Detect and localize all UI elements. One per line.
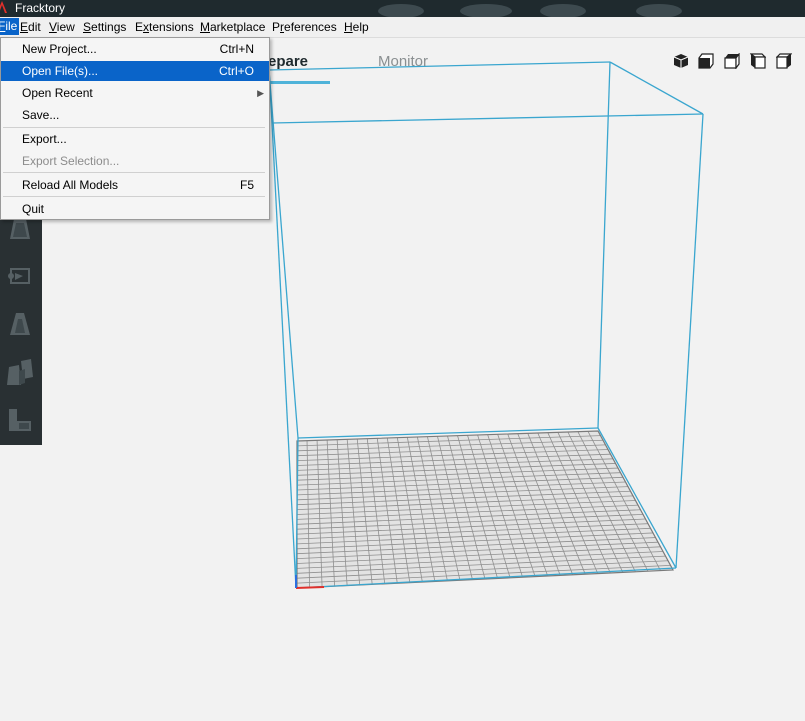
menu-preferences[interactable]: Preferences xyxy=(272,20,337,34)
menu-item-reload-all-models[interactable]: Reload All Models F5 xyxy=(1,175,269,195)
menu-file[interactable]: File xyxy=(0,18,20,35)
menu-item-export[interactable]: Export... xyxy=(1,129,269,149)
tab-prepare[interactable]: epare xyxy=(268,53,308,70)
3d-view-icon[interactable] xyxy=(673,53,689,69)
menu-separator xyxy=(3,172,265,173)
menu-help[interactable]: Help xyxy=(344,20,369,34)
menu-item-open-recent[interactable]: Open Recent ▶ xyxy=(1,83,269,103)
mirror-tool-icon[interactable] xyxy=(5,309,35,339)
per-model-settings-icon[interactable] xyxy=(5,357,35,387)
app-logo-icon xyxy=(0,1,7,13)
menu-item-quit[interactable]: Quit xyxy=(1,199,269,219)
menu-settings[interactable]: Settings xyxy=(83,20,126,34)
background-blur xyxy=(460,4,512,17)
right-view-icon[interactable] xyxy=(776,53,792,69)
rotate-tool-icon[interactable] xyxy=(5,261,35,291)
menu-item-new-project[interactable]: New Project... Ctrl+N xyxy=(1,39,269,59)
menu-item-save[interactable]: Save... xyxy=(1,105,269,125)
file-menu-dropdown: New Project... Ctrl+N Open File(s)... Ct… xyxy=(0,37,270,220)
background-blur xyxy=(540,4,586,17)
title-bar: Fracktory xyxy=(0,0,805,17)
menu-edit[interactable]: Edit xyxy=(20,20,41,34)
menu-bar: File Edit View Settings Extensions Marke… xyxy=(0,17,805,38)
front-view-icon[interactable] xyxy=(698,53,714,69)
background-blur xyxy=(636,4,682,17)
tab-prepare-underline xyxy=(268,81,330,84)
menu-item-export-selection: Export Selection... xyxy=(22,154,120,168)
menu-view[interactable]: View xyxy=(49,20,75,34)
support-blocker-icon[interactable] xyxy=(5,405,35,435)
left-view-icon[interactable] xyxy=(750,53,766,69)
menu-extensions[interactable]: Extensions xyxy=(135,20,194,34)
submenu-arrow-icon: ▶ xyxy=(257,88,264,98)
menu-separator xyxy=(3,196,265,197)
top-view-icon[interactable] xyxy=(724,53,740,69)
window-title: Fracktory xyxy=(15,1,66,15)
menu-separator xyxy=(3,127,265,128)
menu-item-open-files[interactable]: Open File(s)... Ctrl+O xyxy=(1,61,269,81)
background-blur xyxy=(378,4,424,17)
menu-marketplace[interactable]: Marketplace xyxy=(200,20,265,34)
tab-monitor[interactable]: Monitor xyxy=(378,53,428,70)
